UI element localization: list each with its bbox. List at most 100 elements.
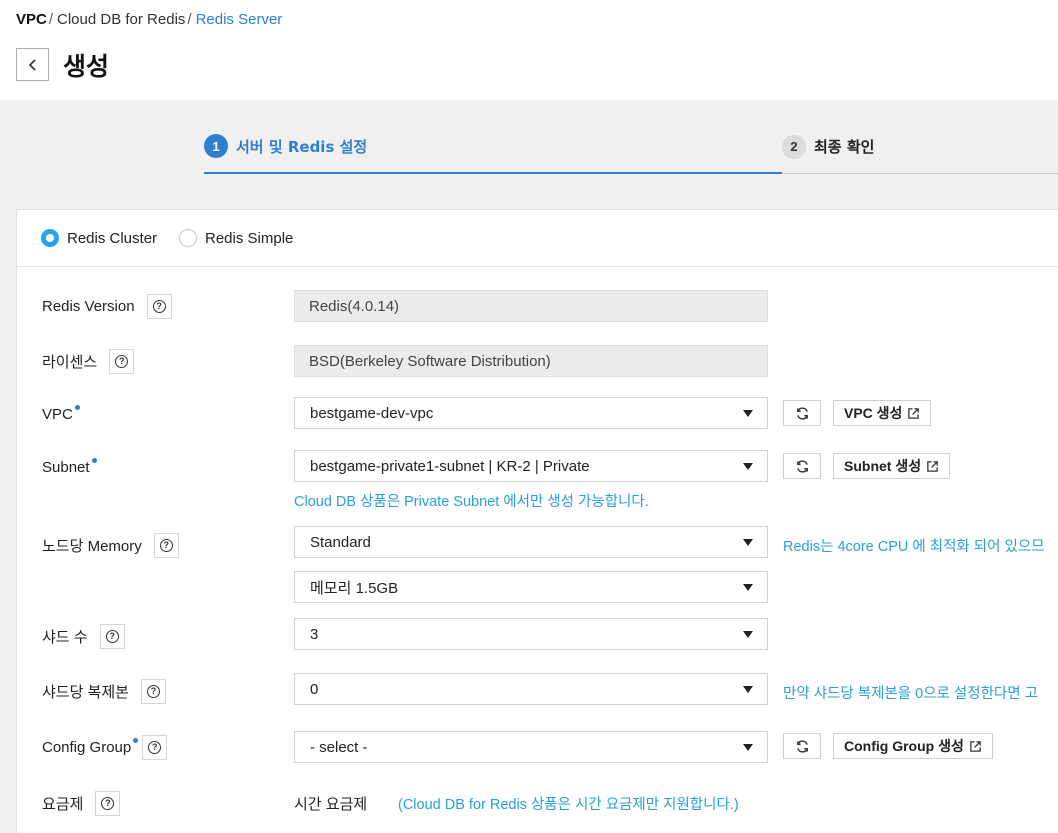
replicas-select[interactable]: 0 [294, 673, 768, 705]
help-button[interactable]: ? [153, 533, 179, 558]
subnet-create-button[interactable]: Subnet 생성 [833, 453, 951, 479]
question-icon: ? [146, 685, 160, 698]
step-server-settings[interactable]: 1 서버 및 Redis 설정 [204, 120, 782, 174]
page-title: 생성 [63, 52, 110, 81]
vpc-refresh-button[interactable] [783, 400, 821, 426]
button-label: Subnet 생성 [844, 458, 922, 474]
radio-redis-cluster[interactable]: Redis Cluster [41, 229, 157, 247]
question-icon: ? [105, 630, 119, 643]
config-group-refresh-button[interactable] [783, 733, 821, 759]
select-value: 메모리 1.5GB [310, 579, 399, 597]
breadcrumb-redis-server[interactable]: Redis Server [196, 11, 283, 28]
replicas-label: 샤드당 복제본 ? [42, 679, 166, 704]
breadcrumb-separator: / [187, 11, 192, 28]
caret-down-icon [743, 410, 753, 417]
breadcrumb-separator: / [48, 11, 54, 28]
shard-count-select[interactable]: 3 [294, 618, 768, 650]
label-text: 노드당 Memory [42, 538, 142, 555]
refresh-icon [796, 739, 808, 753]
back-button[interactable] [16, 48, 49, 81]
step-number: 1 [204, 134, 228, 158]
help-button[interactable]: ? [109, 349, 135, 374]
help-button[interactable]: ? [146, 294, 172, 319]
redis-version-label: Redis Version ? [42, 294, 172, 319]
select-value: 3 [310, 625, 319, 643]
step-label: 최종 확인 [814, 138, 875, 156]
memory-note: Redis는 4core CPU 에 최적화 되어 있으므 [783, 539, 1045, 555]
memory-size-select[interactable]: 메모리 1.5GB [294, 571, 768, 603]
help-button[interactable]: ? [95, 791, 121, 816]
label-text: 샤드당 복제본 [42, 684, 129, 701]
external-link-icon [908, 407, 920, 419]
radio-redis-simple[interactable]: Redis Simple [179, 229, 293, 247]
config-group-create-button[interactable]: Config Group 생성 [833, 733, 993, 759]
breadcrumb-vpc[interactable]: VPC [16, 11, 47, 28]
caret-down-icon [743, 463, 753, 470]
select-value: 0 [310, 680, 319, 698]
required-indicator [91, 458, 97, 463]
required-indicator [133, 738, 139, 743]
select-value: Standard [310, 533, 371, 551]
caret-down-icon [743, 631, 753, 638]
step-final-confirm[interactable]: 2 최종 확인 [782, 120, 1058, 174]
memory-type-select[interactable]: Standard [294, 526, 768, 558]
external-link-icon [970, 740, 981, 752]
license-label: 라이센스 ? [42, 349, 135, 374]
radio-label: Redis Cluster [67, 229, 158, 247]
caret-down-icon [743, 584, 753, 591]
radio-label: Redis Simple [205, 229, 294, 247]
question-icon: ? [148, 741, 162, 754]
radio-unchecked-icon [179, 229, 197, 247]
license-field: BSD(Berkeley Software Distribution) [294, 345, 768, 377]
external-link-icon [927, 460, 938, 472]
billing-label: 요금제 ? [42, 791, 121, 816]
refresh-icon [796, 406, 808, 420]
question-icon: ? [152, 300, 166, 313]
help-button[interactable]: ? [140, 679, 166, 704]
billing-note: (Cloud DB for Redis 상품은 시간 요금제만 지원합니다.) [398, 797, 739, 813]
breadcrumb-cloud-db-for-redis[interactable]: Cloud DB for Redis [57, 11, 185, 28]
settings-panel: Redis Cluster Redis Simple Redis Version… [16, 209, 1058, 833]
help-button[interactable]: ? [142, 735, 168, 760]
radio-checked-icon [41, 229, 59, 247]
vpc-select[interactable]: bestgame-dev-vpc [294, 397, 768, 429]
step-label: 서버 및 Redis 설정 [236, 137, 368, 156]
label-text: Subnet [42, 459, 90, 476]
label-text: 샤드 수 [42, 629, 88, 646]
question-icon: ? [159, 539, 173, 552]
caret-down-icon [743, 744, 753, 751]
subnet-label: Subnet [42, 458, 97, 476]
replicas-note: 만약 샤드당 복제본을 0으로 설정한다면 고 [783, 686, 1038, 702]
subnet-note: Cloud DB 상품은 Private Subnet 에서만 생성 가능합니다… [294, 494, 649, 510]
label-text: 라이센스 [42, 354, 98, 371]
label-text: Redis Version [42, 298, 135, 315]
question-icon: ? [101, 797, 115, 810]
redis-version-field: Redis(4.0.14) [294, 290, 768, 322]
server-type-row: Redis Cluster Redis Simple [17, 210, 1058, 267]
help-button[interactable]: ? [99, 624, 125, 649]
question-icon: ? [115, 355, 129, 368]
step-indicator: 1 서버 및 Redis 설정 2 최종 확인 [204, 120, 1058, 174]
required-indicator [74, 405, 80, 410]
button-label: Config Group 생성 [844, 738, 964, 754]
subnet-select[interactable]: bestgame-private1-subnet | KR-2 | Privat… [294, 450, 768, 482]
shard-count-label: 샤드 수 ? [42, 624, 125, 649]
config-group-label: Config Group ? [42, 735, 168, 760]
memory-label: 노드당 Memory ? [42, 533, 179, 558]
billing-value: 시간 요금제 [294, 796, 368, 813]
page-header: VPC / Cloud DB for Redis / Redis Server 생성 [0, 0, 1058, 100]
label-text: 요금제 [42, 796, 84, 813]
subnet-refresh-button[interactable] [783, 453, 821, 479]
label-text: VPC [42, 406, 73, 423]
chevron-left-icon [28, 58, 36, 71]
caret-down-icon [743, 686, 753, 693]
caret-down-icon [743, 539, 753, 546]
label-text: Config Group [42, 739, 132, 756]
select-value: bestgame-private1-subnet | KR-2 | Privat… [310, 457, 590, 475]
refresh-icon [796, 459, 808, 473]
vpc-create-button[interactable]: VPC 생성 [833, 400, 932, 426]
select-value: bestgame-dev-vpc [310, 404, 434, 422]
button-label: VPC 생성 [844, 405, 903, 421]
config-group-select[interactable]: - select - [294, 731, 768, 763]
breadcrumb: VPC / Cloud DB for Redis / Redis Server [16, 11, 282, 28]
